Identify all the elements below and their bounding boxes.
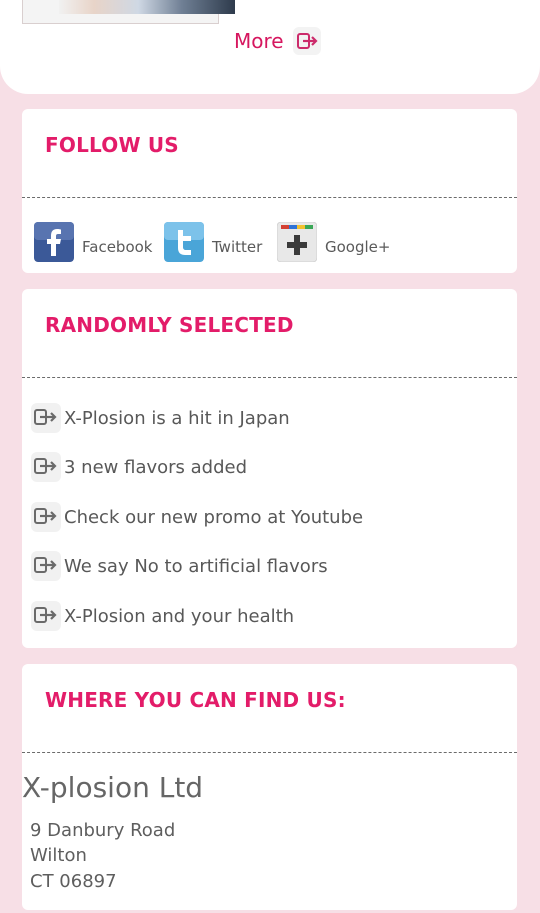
- twitter-icon: [164, 222, 204, 262]
- list-item-label: We say No to artificial flavors: [64, 555, 328, 577]
- address-line: 9 Danbury Road: [30, 820, 176, 841]
- divider: [22, 197, 517, 198]
- google-plus-icon: [277, 222, 317, 262]
- facebook-icon: [34, 222, 74, 262]
- randomly-selected-panel: RANDOMLY SELECTED X-Plosion is a hit in …: [22, 289, 517, 648]
- twitter-link[interactable]: Twitter: [164, 222, 262, 262]
- arrow-exit-icon: [31, 551, 61, 581]
- list-item-label: X-Plosion and your health: [64, 605, 295, 627]
- list-item[interactable]: X-Plosion is a hit in Japan: [30, 402, 290, 434]
- more-label: More: [234, 29, 284, 53]
- facebook-link[interactable]: Facebook: [34, 222, 152, 262]
- find-us-title: WHERE YOU CAN FIND US:: [45, 688, 346, 712]
- arrow-exit-icon: [31, 502, 61, 532]
- article-thumbnail[interactable]: [22, 0, 235, 24]
- arrow-exit-icon: [31, 452, 61, 482]
- facebook-label: Facebook: [82, 238, 153, 256]
- list-item[interactable]: X-Plosion and your health: [30, 600, 294, 632]
- follow-us-title: FOLLOW US: [45, 133, 179, 157]
- divider: [22, 377, 517, 378]
- list-item-label: 3 new flavors added: [64, 456, 248, 478]
- find-us-panel: WHERE YOU CAN FIND US: X-plosion Ltd 9 D…: [22, 664, 517, 910]
- randomly-selected-title: RANDOMLY SELECTED: [45, 313, 294, 337]
- company-name: X-plosion Ltd: [22, 771, 204, 804]
- list-item-label: X-Plosion is a hit in Japan: [64, 407, 290, 429]
- arrow-exit-icon: [292, 27, 321, 55]
- arrow-exit-icon: [31, 601, 61, 631]
- list-item[interactable]: 3 new flavors added: [30, 451, 247, 483]
- list-item[interactable]: We say No to artificial flavors: [30, 550, 328, 582]
- divider: [22, 752, 517, 753]
- top-article-card: More: [0, 0, 540, 94]
- follow-us-panel: FOLLOW US Facebook Twitter Google+: [22, 109, 517, 273]
- thumbnail-image: [59, 0, 235, 14]
- arrow-exit-icon: [31, 403, 61, 433]
- google-plus-label: Google+: [325, 238, 391, 256]
- list-item-label: Check our new promo at Youtube: [64, 506, 364, 528]
- more-link[interactable]: More: [234, 26, 322, 56]
- google-plus-link[interactable]: Google+: [277, 222, 390, 262]
- list-item[interactable]: Check our new promo at Youtube: [30, 501, 363, 533]
- address-line: Wilton: [30, 845, 87, 866]
- address-line: CT 06897: [30, 871, 117, 892]
- twitter-label: Twitter: [212, 238, 263, 256]
